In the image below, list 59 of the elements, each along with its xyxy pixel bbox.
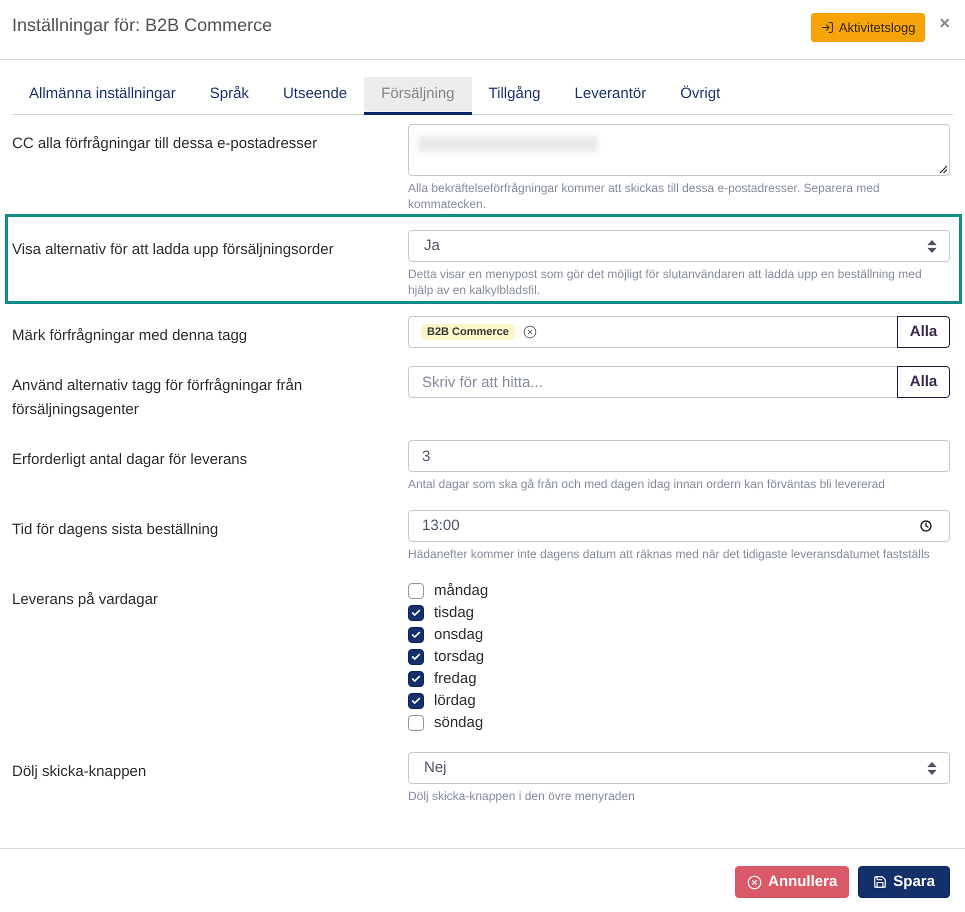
setting-label: Dölj skicka-knappen — [12, 763, 146, 780]
help-text: Alla bekräftelseförfrågningar kommer att skickas till dessa e-postadresser. Separera med kommatecken. — [408, 180, 881, 212]
setting-label: Använd alternativ tagg för förfrågningar från försäljningsagenter — [12, 377, 302, 418]
help-text: Hädanefter kommer inte dagens datum att räknas med när det tidigaste leveransdatumet fastställs — [408, 546, 931, 562]
checkbox-label[interactable]: lördag — [434, 690, 476, 712]
check-icon — [411, 608, 421, 618]
tag-chip: B2B Commerce — [421, 324, 515, 340]
check-icon — [411, 696, 421, 706]
tab[interactable]: Leverantör — [558, 77, 664, 115]
checkbox-label[interactable]: måndag — [434, 580, 488, 602]
checkbox[interactable] — [408, 583, 424, 599]
checkbox-label[interactable]: söndag — [434, 712, 484, 734]
checkbox-label[interactable]: onsdag — [434, 624, 484, 646]
setting-label: Visa alternativ för att ladda upp försäljningsorder — [12, 241, 334, 258]
setting-label: CC alla förfrågningar till dessa e-postadresser — [12, 135, 318, 152]
checkbox[interactable] — [408, 693, 424, 709]
select-field[interactable]: Ja — [408, 230, 950, 262]
check-icon — [411, 674, 421, 684]
setting-label: Leverans på vardagar — [12, 591, 158, 608]
tab[interactable]: Övrigt — [663, 77, 738, 115]
tab[interactable]: Tillgång — [472, 77, 558, 115]
remove-tag-icon[interactable] — [522, 325, 537, 339]
checkbox[interactable] — [408, 627, 424, 643]
setting-label: Märk förfrågningar med denna tagg — [12, 327, 248, 344]
tag-search-field[interactable]: Skriv för att hitta... — [408, 366, 897, 398]
all-button[interactable]: Alla — [897, 366, 950, 398]
save-button[interactable]: Spara — [858, 866, 950, 898]
checkbox-label[interactable]: fredag — [434, 668, 477, 690]
checkbox[interactable] — [408, 715, 424, 731]
select-arrows-icon — [927, 240, 937, 252]
sign-in-icon — [820, 21, 834, 34]
checkbox[interactable] — [408, 671, 424, 687]
help-text: Detta visar en menypost som gör det möjligt för slutanvändaren att ladda upp en beställning med hjälp av en kalkylbladsfil. — [408, 266, 923, 298]
tab[interactable]: Språk — [192, 77, 266, 115]
check-icon — [411, 630, 421, 640]
select-field[interactable]: Nej — [408, 752, 950, 784]
checkbox[interactable] — [408, 605, 424, 621]
setting-label: Erforderligt antal dagar för leverans — [12, 451, 248, 468]
dialog-title: Inställningar för: B2B Commerce — [12, 14, 272, 37]
activity-log-button[interactable]: Aktivitetslogg — [810, 13, 926, 42]
resize-handle-icon[interactable] — [939, 165, 947, 173]
cancel-circle-icon — [747, 874, 762, 890]
check-icon — [411, 652, 421, 662]
setting-label: Tid för dagens sista beställning — [12, 521, 218, 538]
time-input[interactable]: 13:00 — [408, 510, 950, 542]
select-arrows-icon — [927, 762, 937, 774]
days-input[interactable]: 3 — [408, 440, 950, 472]
checkbox-label[interactable]: torsdag — [434, 646, 484, 668]
clock-icon[interactable] — [920, 520, 932, 532]
tag-input-field[interactable]: B2B Commerce — [408, 316, 897, 348]
checkbox[interactable] — [408, 649, 424, 665]
tab[interactable]: Utseende — [266, 77, 364, 115]
checkbox-label[interactable]: tisdag — [434, 602, 474, 624]
help-text: Antal dagar som ska gå från och med dagen idag innan ordern kan förväntas bli levererad — [408, 476, 886, 492]
all-button[interactable]: Alla — [897, 316, 950, 348]
help-text: Dölj skicka-knappen i den övre menyraden — [408, 788, 636, 804]
close-button[interactable]: × — [939, 13, 950, 33]
tab[interactable]: Allmänna inställningar — [12, 77, 193, 115]
cancel-button[interactable]: Annullera — [735, 866, 850, 898]
